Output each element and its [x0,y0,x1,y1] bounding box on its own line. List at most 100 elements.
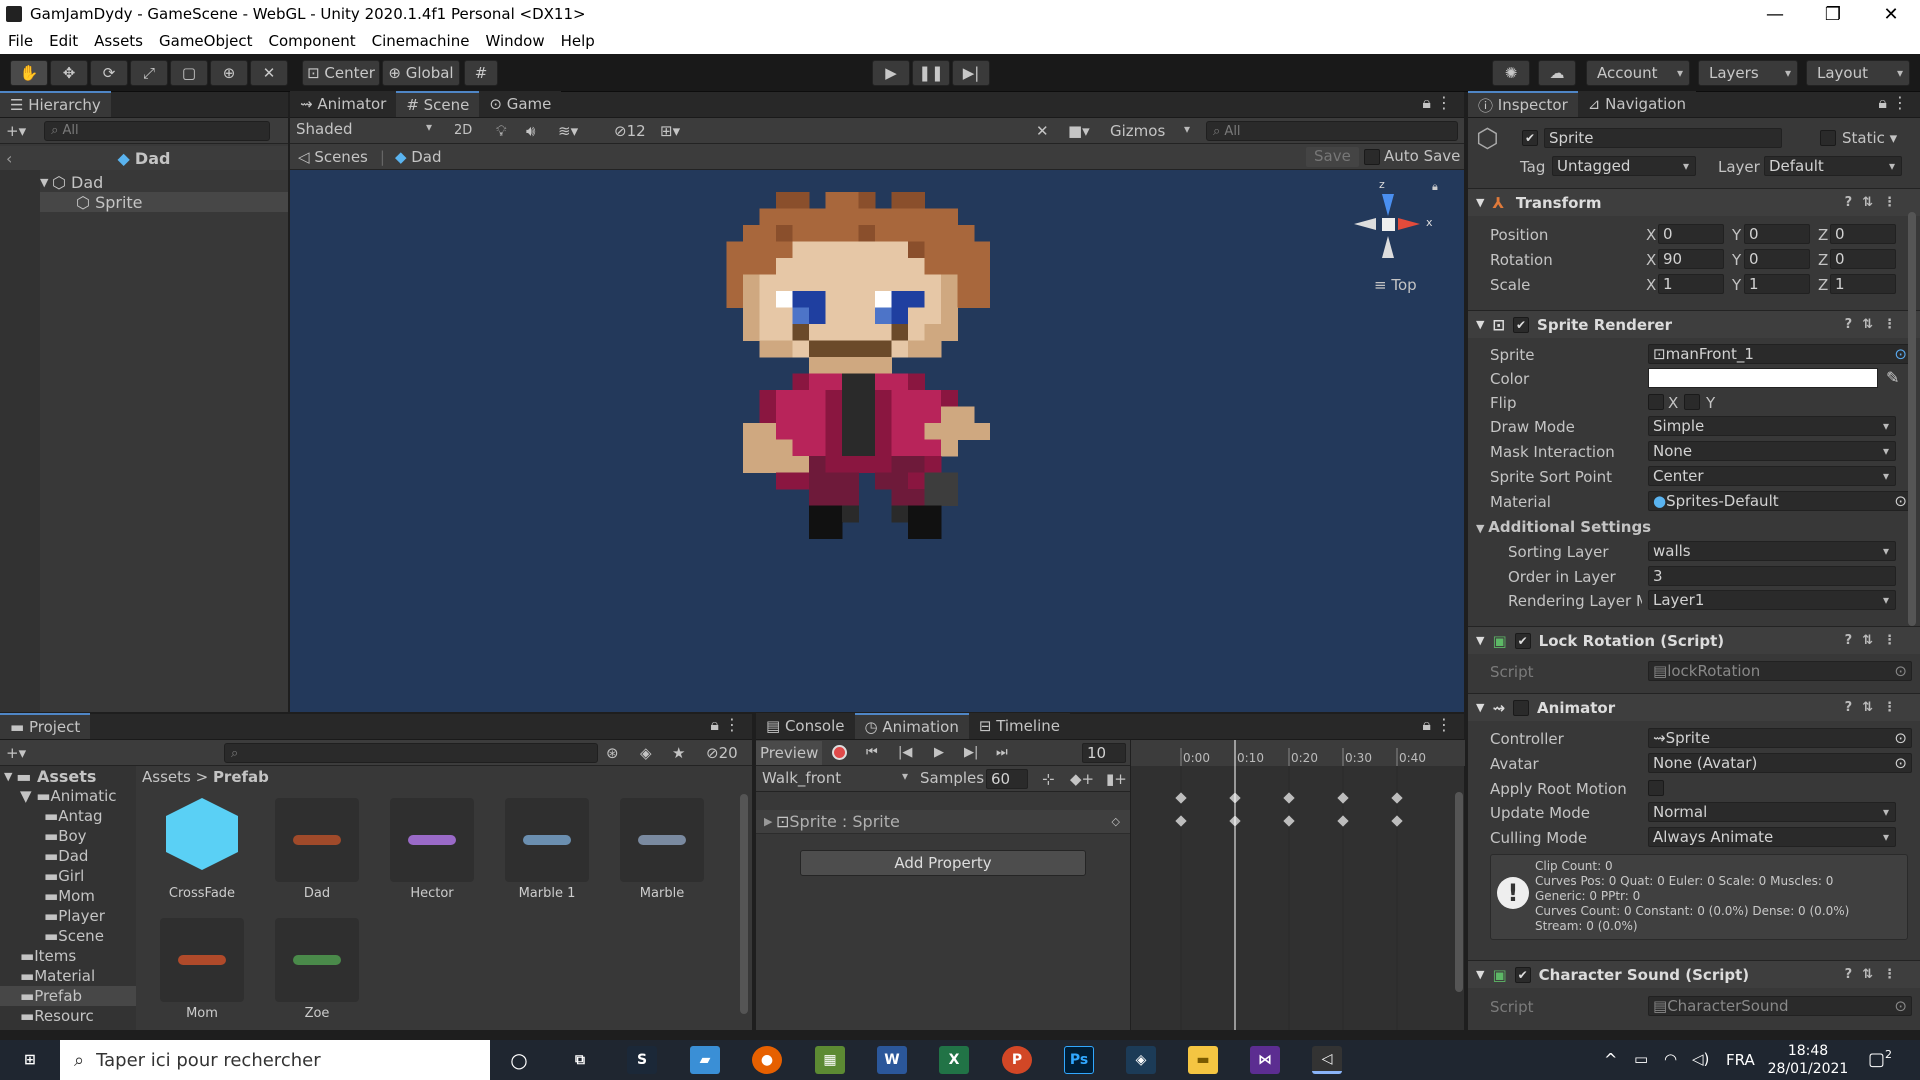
audio-icon[interactable]: 🔊︎ [526,122,535,140]
rendering-layer-dropdown[interactable]: Layer1 [1648,590,1896,610]
gizmos-dropdown[interactable]: Gizmos [1110,122,1196,140]
tab-animation[interactable]: ◷ Animation [854,713,969,739]
tab-navigation[interactable]: ⊿ Navigation [1577,91,1696,117]
notification-icon[interactable]: ▢2 [1868,1048,1892,1070]
add-icon[interactable]: +▾ [6,122,26,140]
taskbar-clock[interactable]: 18:48 28/01/2021 [1766,1042,1850,1078]
grid-snap-icon[interactable]: # [464,60,498,86]
transform-y-field[interactable]: 0 [1744,249,1810,269]
lock-icon[interactable]: 🔒︎ ⋮ [1878,93,1908,113]
color-swatch[interactable] [1648,368,1878,388]
asset-item[interactable]: Hector [370,792,480,904]
tab-inspector[interactable]: ⓘ Inspector [1468,91,1578,117]
visual-studio-icon[interactable]: ⋈ [1250,1046,1280,1074]
menu-gameobject[interactable]: GameObject [151,32,261,50]
update-mode-dropdown[interactable]: Normal [1648,802,1896,822]
asset-item[interactable]: CrossFade [140,792,250,904]
tray-chevron-icon[interactable]: ^ [1604,1050,1617,1069]
cortana-icon[interactable]: ○ [504,1046,534,1074]
layout-dropdown[interactable]: Layout [1806,60,1910,86]
transform-header[interactable]: ▼ ⅄ Transform ?⇅⋮ [1468,188,1920,216]
tree-item[interactable]: ▬ Scene [0,926,136,946]
record-icon[interactable] [832,745,847,760]
2d-toggle[interactable]: 2D [454,123,472,138]
axis-label[interactable]: Y [1732,251,1741,269]
file-explorer-icon[interactable]: ▬ [1188,1046,1218,1074]
component-menu-icons[interactable]: ?⇅⋮ [1845,195,1906,210]
breadcrumb-prefab[interactable]: Prefab [213,768,269,786]
axis-label[interactable]: Y [1732,226,1741,244]
tag-dropdown[interactable]: Untagged [1552,156,1696,176]
component-menu-icons[interactable]: ?⇅⋮ [1845,967,1906,982]
tab-scene[interactable]: # Scene [396,91,480,117]
powerpoint-icon[interactable]: P [1002,1046,1032,1074]
order-in-layer-field[interactable]: 3 [1648,566,1896,586]
menu-help[interactable]: Help [553,32,603,50]
pause-button[interactable]: ❚❚ [912,60,950,86]
prev-key-icon[interactable]: |◀ [898,745,912,760]
pivot-center-toggle[interactable]: ⊡ Center [302,60,380,86]
language-indicator[interactable]: FRA [1726,1051,1755,1069]
active-checkbox[interactable]: ✔ [1522,130,1538,146]
camera-icon[interactable]: ■▾ [1068,122,1090,140]
move-tool-icon[interactable]: ✥ [50,60,88,86]
excel-icon[interactable]: X [939,1046,969,1074]
lock-icon[interactable]: 🔒︎ ⋮ [1422,715,1452,735]
lock-icon[interactable]: 🔒︎ ⋮ [1422,93,1452,113]
component-menu-icons[interactable]: ?⇅⋮ [1845,633,1906,648]
transform-y-field[interactable]: 1 [1744,274,1810,294]
axis-label[interactable]: Z [1818,251,1828,269]
sprite-renderer-header[interactable]: ▼ ⊡ ✔ Sprite Renderer ?⇅⋮ [1468,310,1920,338]
wifi-icon[interactable]: ◠ [1664,1050,1677,1068]
steam-icon[interactable]: S [627,1046,657,1074]
menu-component[interactable]: Component [261,32,364,50]
animator-header[interactable]: ▼ ⇝ Animator ?⇅⋮ [1468,693,1920,721]
view-orientation-label[interactable]: ≡ Top [1374,276,1417,294]
lock-rotation-header[interactable]: ▼ ▣ ✔ Lock Rotation (Script) ?⇅⋮ [1468,626,1920,654]
hierarchy-search[interactable]: ⌕ All [44,120,271,141]
menu-window[interactable]: Window [477,32,552,50]
tree-item[interactable]: ▬ Boy [0,826,136,846]
tab-project[interactable]: ▬ Project [0,713,91,739]
component-menu-icons[interactable]: ?⇅⋮ [1845,700,1906,715]
key-filter-icon[interactable]: ⊹ [1042,770,1055,788]
photoshop-icon[interactable]: Ps [1064,1046,1094,1074]
menu-assets[interactable]: Assets [86,32,151,50]
volume-icon[interactable]: ◁) [1692,1050,1709,1068]
root-motion-checkbox[interactable] [1648,780,1664,796]
character-sprite[interactable] [710,192,990,692]
sorting-layer-dropdown[interactable]: walls [1648,541,1896,561]
battery-icon[interactable]: ▭ [1634,1050,1648,1068]
tree-item[interactable]: ▬ Girl [0,866,136,886]
transform-x-field[interactable]: 90 [1658,249,1724,269]
clip-dropdown[interactable]: Walk_front [758,769,914,787]
transform-z-field[interactable]: 0 [1830,249,1896,269]
controller-field[interactable]: ⇝ Sprite ⊙ [1648,728,1912,748]
add-keyframe-icon[interactable]: ◆+ [1070,770,1094,788]
asset-item[interactable]: Mom [140,912,250,1024]
draw-mode-dropdown[interactable]: Simple [1648,416,1896,436]
tree-item[interactable]: ▼ ▬ Animatic [0,786,136,806]
filter-type-icon[interactable]: ⊛ [606,744,619,762]
add-icon[interactable]: +▾ [6,744,26,762]
transform-z-field[interactable]: 0 [1830,224,1896,244]
restore-button[interactable]: ❐ [1804,4,1862,25]
firefox-icon[interactable]: ● [752,1046,782,1074]
tree-item[interactable]: ▬ Antag [0,806,136,826]
save-button[interactable]: Save [1306,147,1359,167]
frame-field[interactable]: 10 [1082,743,1126,763]
material-field[interactable]: ● Sprites-Default ⊙ [1648,491,1912,511]
sprite-renderer-enabled-checkbox[interactable]: ✔ [1513,316,1530,333]
tree-item[interactable]: ▬ Dad [0,846,136,866]
filter-label-icon[interactable]: ◈ [640,744,652,762]
key-diamond-icon[interactable]: ◇ [1112,815,1120,828]
tab-console[interactable]: ▤ Console [756,713,855,739]
property-row[interactable]: ▶ ⊡ Sprite : Sprite ◇ [756,810,1130,834]
axis-label[interactable]: X [1646,276,1656,294]
animator-enabled-checkbox[interactable] [1513,699,1530,716]
tree-item[interactable]: ▬ Player [0,906,136,926]
character-sound-enabled-checkbox[interactable]: ✔ [1514,966,1531,983]
axis-label[interactable]: Z [1818,226,1828,244]
auto-save-checkbox[interactable] [1364,149,1380,165]
add-event-icon[interactable]: ▮+ [1106,770,1127,788]
